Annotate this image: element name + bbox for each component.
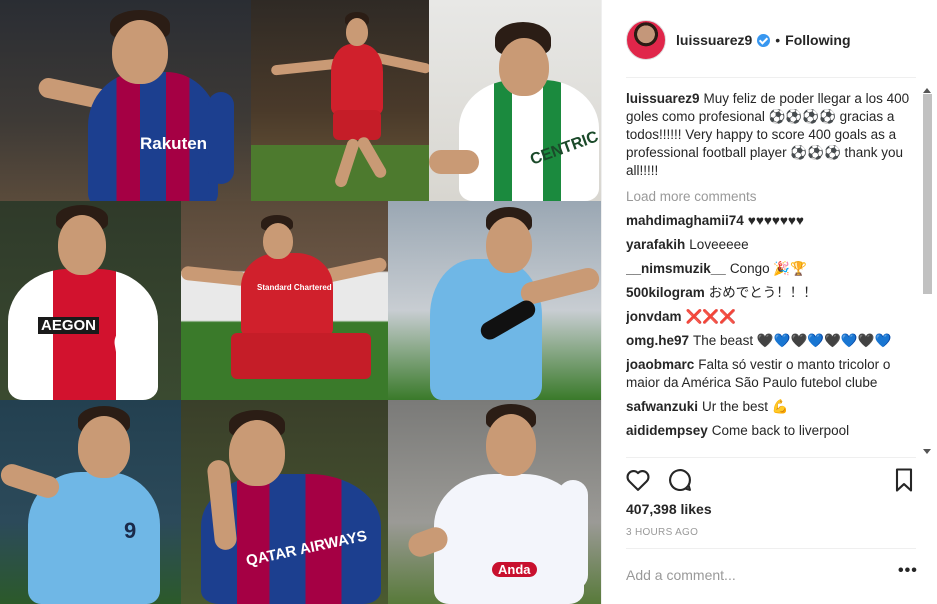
- comment-icon: [669, 469, 691, 492]
- following-button[interactable]: Following: [785, 32, 850, 48]
- photo-barcelona-celebration: Rakuten: [0, 0, 251, 201]
- comment-item: yarafakih Loveeeee: [626, 236, 916, 254]
- likes-count[interactable]: 407,398 likes: [626, 501, 712, 517]
- scroll-up-arrow-icon[interactable]: [923, 88, 931, 93]
- scrollbar-thumb[interactable]: [923, 94, 932, 294]
- comment-username[interactable]: omg.he97: [626, 333, 689, 348]
- comments-list[interactable]: luissuarez9 Muy feliz de poder llegar a l…: [626, 90, 916, 456]
- comment-item: omg.he97 The beast 🖤💙🖤💙🖤💙🖤💙: [626, 332, 916, 350]
- divider: [626, 457, 916, 458]
- comment-button[interactable]: [666, 466, 694, 494]
- kit-sponsor-anda: Anda: [492, 562, 537, 577]
- divider: [626, 548, 916, 549]
- comment-username[interactable]: yarafakih: [626, 237, 685, 252]
- photo-uruguay-scream: 9: [0, 400, 181, 604]
- comment-text: ♥♥♥♥♥♥♥: [747, 213, 804, 228]
- add-comment-input[interactable]: [626, 562, 886, 588]
- post-username[interactable]: luissuarez9: [676, 32, 752, 48]
- photo-liverpool-knee-slide: Standard Chartered: [181, 201, 388, 400]
- post-caption: luissuarez9 Muy feliz de poder llegar a l…: [626, 90, 916, 180]
- verified-icon: [757, 33, 771, 47]
- comment-item: safwanzuki Ur the best 💪: [626, 398, 916, 416]
- comments-scrollbar[interactable]: [920, 88, 934, 456]
- kit-number-nine: 9: [124, 518, 137, 543]
- load-more-comments-link[interactable]: Load more comments: [626, 188, 916, 206]
- comment-text: The beast 🖤💙🖤💙🖤💙🖤💙: [693, 333, 892, 348]
- save-button[interactable]: [890, 466, 918, 494]
- kit-sponsor-aegon: AEGON: [38, 317, 100, 334]
- comment-text: ❌❌❌: [685, 309, 736, 324]
- comment-text: Ur the best 💪: [702, 399, 789, 414]
- comment-text: おめでとう！！！: [708, 285, 817, 300]
- comment-username[interactable]: safwanzuki: [626, 399, 698, 414]
- post-timestamp[interactable]: 3 HOURS AGO: [626, 527, 698, 538]
- avatar[interactable]: [626, 20, 666, 60]
- more-options-icon[interactable]: •••: [898, 563, 918, 582]
- post-header: luissuarez9 • Following: [626, 18, 916, 62]
- comment-item: aididempsey Come back to liverpool: [626, 422, 916, 440]
- photo-uruguay-thumbs: [388, 201, 601, 400]
- post-photo-collage[interactable]: Rakuten CENTRIC AEGON Standard Chartered…: [0, 0, 601, 604]
- post-side-panel: luissuarez9 • Following luissuarez9 Muy f…: [601, 0, 937, 604]
- comment-username[interactable]: 500kilogram: [626, 285, 705, 300]
- comment-item: __nimsmuzik__ Congo 🎉🏆: [626, 260, 916, 278]
- divider: [626, 77, 916, 78]
- comment-item: jonvdam ❌❌❌: [626, 308, 916, 326]
- post-actions: [624, 466, 920, 496]
- comment-text: Come back to liverpool: [711, 423, 850, 438]
- comment-username[interactable]: aididempsey: [626, 423, 708, 438]
- comment-item: joaobmarc Falta só vestir o manto tricolo…: [626, 356, 916, 392]
- comment-username[interactable]: jonvdam: [626, 309, 682, 324]
- like-button[interactable]: [624, 466, 652, 494]
- kit-sponsor-rakuten: Rakuten: [140, 134, 208, 153]
- caption-username[interactable]: luissuarez9: [626, 91, 700, 106]
- comment-text: Congo 🎉🏆: [729, 261, 807, 276]
- photo-groningen-celebration: CENTRIC: [429, 0, 601, 201]
- comment-username[interactable]: joaobmarc: [626, 357, 694, 372]
- heart-icon: [626, 469, 650, 491]
- bookmark-icon: [895, 468, 913, 492]
- separator-dot: •: [775, 32, 781, 48]
- scroll-down-arrow-icon[interactable]: [923, 449, 931, 454]
- photo-liverpool-run: [251, 0, 429, 201]
- comment-text: Loveeeee: [689, 237, 749, 252]
- comment-username[interactable]: mahdimaghamii74: [626, 213, 744, 228]
- photo-ajax-celebration: AEGON: [0, 201, 181, 400]
- comment-item: mahdimaghamii74 ♥♥♥♥♥♥♥: [626, 212, 916, 230]
- photo-nacional-celebration: Anda: [388, 400, 601, 604]
- comment-item: 500kilogram おめでとう！！！: [626, 284, 916, 302]
- kit-sponsor-standard-chartered: Standard Chartered: [257, 283, 332, 292]
- comment-username[interactable]: __nimsmuzik__: [626, 261, 726, 276]
- photo-barcelona-point: QATAR AIRWAYS: [181, 400, 388, 604]
